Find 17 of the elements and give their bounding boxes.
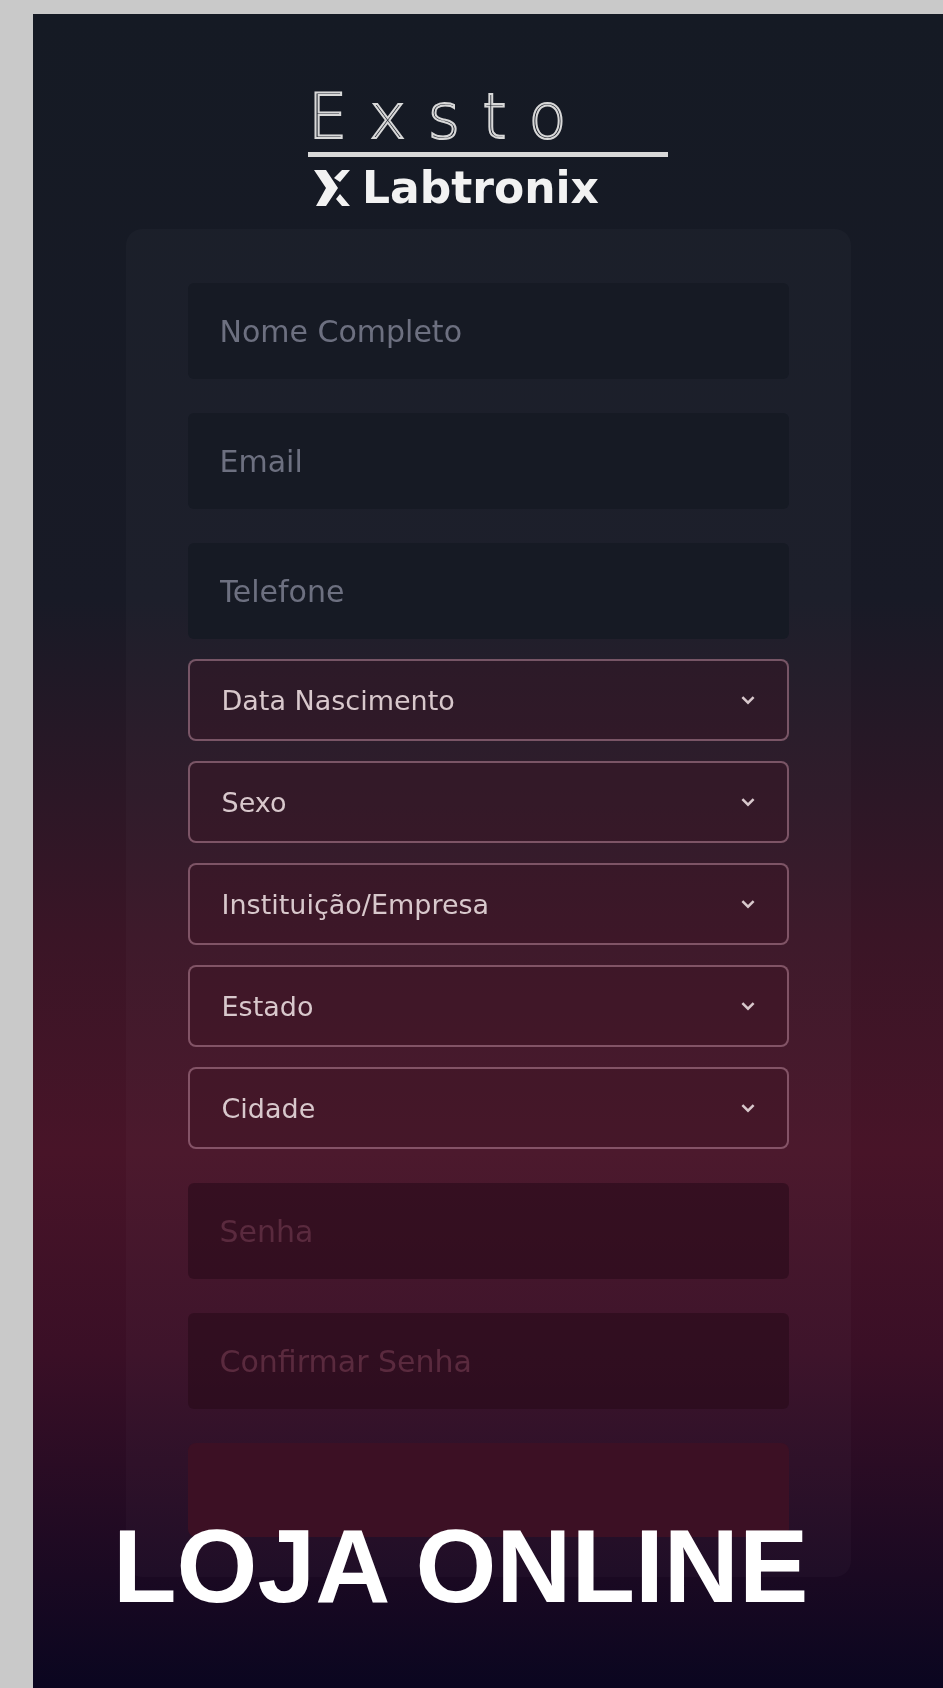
select-field[interactable]: Cidade (187, 1067, 789, 1149)
chevron-down-icon (740, 899, 755, 909)
chevron-down-icon (740, 1001, 755, 1011)
x-logo-icon (312, 168, 352, 208)
input-field[interactable]: Email (187, 413, 789, 509)
logo-wordmark: Exsto (308, 86, 590, 148)
select-field[interactable]: Sexo (187, 761, 789, 843)
input-field[interactable]: Telefone (187, 543, 789, 639)
select-field[interactable]: Instituição/Empresa (187, 863, 789, 945)
chevron-down-icon (740, 1103, 755, 1113)
chevron-down-icon (740, 695, 755, 705)
logo-text: Labtronix (362, 163, 599, 213)
overlay-title: LOJA ONLINE (113, 1514, 810, 1618)
select-field[interactable]: Estado (187, 965, 789, 1047)
chevron-down-icon (740, 797, 755, 807)
input-field[interactable]: Nome Completo (187, 283, 789, 379)
select-field[interactable]: Data Nascimento (187, 659, 789, 741)
